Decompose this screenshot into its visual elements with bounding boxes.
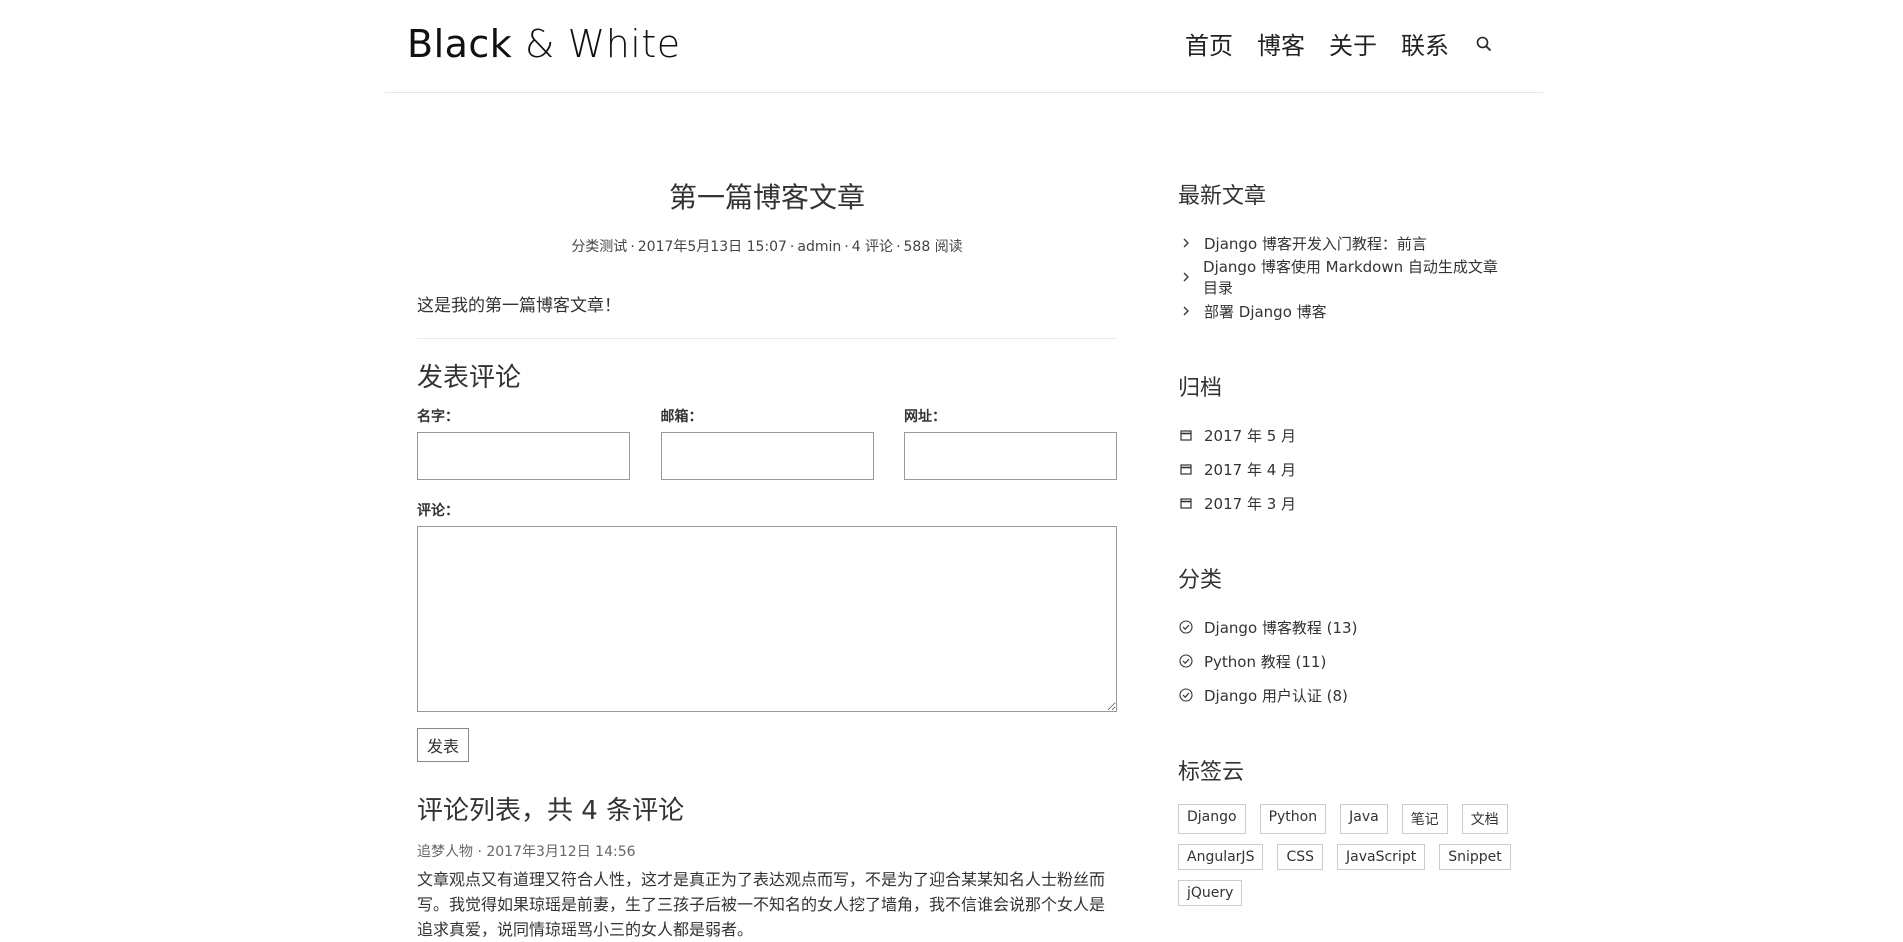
email-field[interactable] [660,432,874,480]
name-field[interactable] [417,432,630,480]
comment-list-heading: 评论列表，共 4 条评论 [417,796,685,826]
category-item[interactable]: Django 用户认证 (8) [1178,678,1508,712]
comment-form-heading: 发表评论 [417,363,522,393]
archive-item[interactable]: 2017 年 3 月 [1178,486,1508,520]
search-icon[interactable] [1473,33,1495,55]
logo-white: White [567,22,681,66]
archive-link[interactable]: 2017 年 5 月 [1204,425,1296,446]
content-divider [417,338,1117,339]
chevron-right-icon [1178,303,1194,319]
recent-post-link[interactable]: Django 博客使用 Markdown 自动生成文章目录 [1203,256,1508,298]
post-category[interactable]: 分类测试 [571,239,627,255]
chevron-right-icon [1178,235,1194,251]
nav-blog[interactable]: 博客 [1257,26,1305,61]
main-nav: 首页 博客 关于 联系 [1185,26,1495,61]
tag-item[interactable]: Java [1340,804,1388,834]
recent-posts-heading: 最新文章 [1178,184,1267,209]
archive-link[interactable]: 2017 年 3 月 [1204,493,1296,514]
comment-label: 评论： [417,503,459,519]
comment-date: 2017年3月12日 14:56 [486,844,636,860]
post-main: 第一篇博客文章 分类测试 · 2017年5月13日 15:07 · admin · 4 评论… [417,160,1117,942]
category-item[interactable]: Python 教程 (11) [1178,644,1508,678]
archive-widget: 归档 2017 年 5 月 2017 年 4 月 2017 年 3 月 [1178,370,1508,520]
post-author[interactable]: admin [797,239,841,255]
comment-meta: 追梦人物 · 2017年3月12日 14:56 [417,844,636,860]
comment-author: 追梦人物 [417,844,473,860]
category-widget: 分类 Django 博客教程 (13) Python 教程 (11) Djang… [1178,562,1508,712]
calendar-icon [1178,427,1194,443]
submit-comment-button[interactable]: 发表 [417,728,470,762]
recent-post-link[interactable]: 部署 Django 博客 [1204,301,1327,322]
recent-posts-widget: 最新文章 Django 博客开发入门教程：前言 Django 博客使用 Mark… [1178,178,1508,328]
post-meta: 分类测试 · 2017年5月13日 15:07 · admin · 4 评论 · 588 阅读 [571,239,963,255]
comment-text: 文章观点又有道理又符合人性，这才是真正为了表达观点而写，不是为了迎合某某知名人士… [417,870,1106,939]
sidebar: 最新文章 Django 博客开发入门教程：前言 Django 博客使用 Mark… [1178,160,1511,906]
category-item[interactable]: Django 博客教程 (13) [1178,610,1508,644]
category-link[interactable]: Django 用户认证 (8) [1204,685,1348,706]
tag-item[interactable]: Snippet [1439,844,1511,870]
tag-item[interactable]: 笔记 [1401,804,1448,834]
url-label: 网址： [904,409,946,425]
calendar-icon [1178,461,1194,477]
archive-link[interactable]: 2017 年 4 月 [1204,459,1296,480]
logo-black: Black [407,22,513,66]
logo-amp: & [524,22,556,66]
tag-item[interactable]: 文档 [1461,804,1508,834]
tag-item[interactable]: AngularJS [1178,844,1264,870]
archive-heading: 归档 [1178,376,1223,401]
tag-item[interactable]: JavaScript [1337,844,1426,870]
comment-textarea[interactable] [417,526,1117,712]
email-label: 邮箱： [660,409,703,425]
tag-cloud-widget: 标签云 Django Python Java 笔记 文档 AngularJS C… [1178,754,1511,906]
post-title: 第一篇博客文章 [668,181,865,214]
comment-form-row: 名字： 邮箱： 网址： [417,406,1117,480]
check-circle-icon [1178,619,1194,635]
post-view-count: 588 阅读 [903,239,963,255]
calendar-icon [1178,495,1194,511]
site-header: Black & White 首页 博客 关于 联系 [385,0,1543,93]
tag-item[interactable]: jQuery [1178,880,1243,906]
recent-post-item[interactable]: 部署 Django 博客 [1178,294,1508,328]
tag-list: Django Python Java 笔记 文档 AngularJS CSS J… [1178,804,1538,906]
comment-item: 追梦人物 · 2017年3月12日 14:56 文章观点又有道理又符合人性，这才… [417,841,1117,942]
chevron-right-icon [1178,269,1193,285]
tag-item[interactable]: CSS [1277,844,1324,870]
category-heading: 分类 [1178,568,1223,593]
tag-item[interactable]: Python [1259,804,1327,834]
category-link[interactable]: Django 博客教程 (13) [1204,617,1357,638]
tag-cloud-heading: 标签云 [1178,760,1245,785]
archive-item[interactable]: 2017 年 4 月 [1178,452,1508,486]
tag-item[interactable]: Django [1178,804,1246,834]
nav-about[interactable]: 关于 [1329,26,1377,61]
recent-post-link[interactable]: Django 博客开发入门教程：前言 [1204,233,1427,254]
archive-item[interactable]: 2017 年 5 月 [1178,418,1508,452]
check-circle-icon [1178,687,1194,703]
nav-home[interactable]: 首页 [1185,26,1233,61]
category-link[interactable]: Python 教程 (11) [1204,651,1326,672]
post-date: 2017年5月13日 15:07 [637,239,787,255]
nav-contact[interactable]: 联系 [1401,26,1449,61]
name-label: 名字： [417,409,459,425]
post-comment-count[interactable]: 4 评论 [852,239,893,255]
recent-post-item[interactable]: Django 博客使用 Markdown 自动生成文章目录 [1178,258,1508,297]
url-field[interactable] [904,432,1117,480]
check-circle-icon [1178,653,1194,669]
site-logo[interactable]: Black & White [407,22,681,66]
post-content: 这是我的第一篇博客文章！ [417,296,621,316]
recent-post-item[interactable]: Django 博客开发入门教程：前言 [1178,226,1508,260]
